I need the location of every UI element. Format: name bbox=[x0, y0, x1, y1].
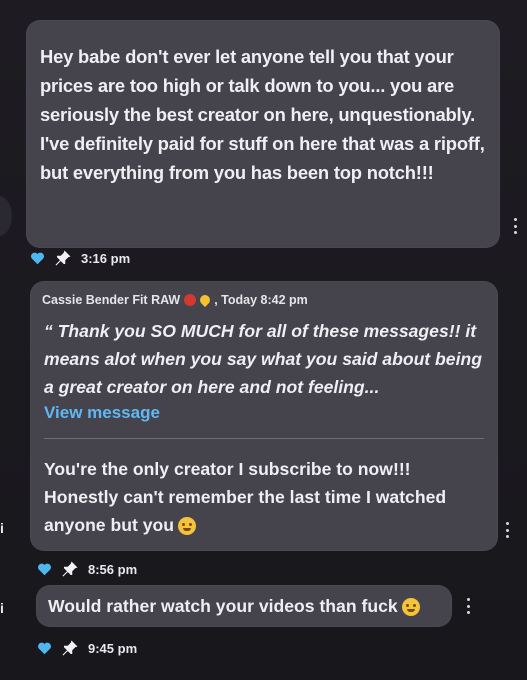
shocked-face-emoji-icon bbox=[401, 598, 420, 617]
heart-icon[interactable] bbox=[37, 641, 52, 655]
message-time: 8:56 pm bbox=[88, 561, 138, 577]
kebab-menu-icon[interactable] bbox=[513, 218, 517, 234]
chat-screen: Hey babe don't ever let anyone tell you … bbox=[0, 0, 527, 680]
kebab-menu-icon[interactable] bbox=[466, 598, 470, 614]
shocked-face-emoji-icon bbox=[178, 517, 197, 536]
pin-icon[interactable] bbox=[54, 249, 72, 267]
heart-icon[interactable] bbox=[37, 562, 52, 576]
view-message-link[interactable]: View message bbox=[44, 403, 160, 423]
message-bubble[interactable]: Hey babe don't ever let anyone tell you … bbox=[26, 20, 500, 248]
droplet-emoji-icon bbox=[198, 292, 213, 308]
pin-icon[interactable] bbox=[61, 560, 79, 578]
message-text: Would rather watch your videos than fuck bbox=[48, 596, 398, 616]
message-time: 9:45 pm bbox=[88, 640, 138, 656]
message-text-wrap: Would rather watch your videos than fuck bbox=[48, 596, 420, 617]
edge-text: i bbox=[0, 600, 4, 616]
message-text: You're the only creator I subscribe to n… bbox=[44, 459, 447, 535]
reply-time: , Today 8:42 pm bbox=[214, 293, 308, 307]
heart-icon[interactable] bbox=[30, 251, 45, 265]
reply-quote: “ Thank you SO MUCH for all of these mes… bbox=[44, 321, 482, 397]
kebab-menu-icon[interactable] bbox=[505, 522, 509, 538]
message-text-wrap: You're the only creator I subscribe to n… bbox=[44, 455, 486, 539]
edge-text: i bbox=[0, 520, 4, 536]
message-meta: 3:16 pm bbox=[30, 249, 130, 267]
pin-icon[interactable] bbox=[61, 639, 79, 657]
lips-emoji-icon bbox=[184, 294, 197, 306]
message-bubble[interactable]: Would rather watch your videos than fuck bbox=[36, 585, 452, 627]
message-meta: 9:45 pm bbox=[37, 639, 137, 657]
reply-header: Cassie Bender Fit RAW , Today 8:42 pm bbox=[42, 292, 308, 308]
message-meta: 8:56 pm bbox=[37, 560, 137, 578]
message-bubble-reply[interactable]: Cassie Bender Fit RAW , Today 8:42 pm “ … bbox=[30, 281, 498, 551]
divider bbox=[44, 438, 484, 439]
avatar[interactable] bbox=[0, 196, 12, 236]
reply-sender: Cassie Bender Fit RAW bbox=[42, 293, 181, 307]
message-text: Hey babe don't ever let anyone tell you … bbox=[40, 46, 485, 183]
message-time: 3:16 pm bbox=[81, 250, 131, 266]
